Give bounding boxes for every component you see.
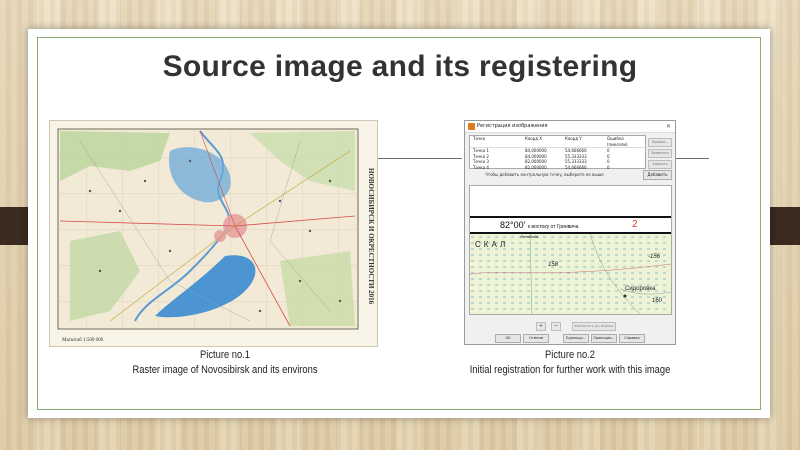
longitude-value: 82°00' — [500, 220, 526, 230]
zoom-to-fit-button[interactable]: Увеличить до экрана — [572, 322, 616, 331]
cell-point: Точка 4 — [473, 164, 489, 170]
col-point[interactable]: Точка — [470, 136, 525, 147]
col-error[interactable]: Ошибка (пиксели) — [607, 136, 645, 147]
dialog-titlebar: Регистрация изображения ✕ — [465, 121, 675, 133]
image-preview-pane[interactable]: 82°00' к востоку от Гринвича 2 СКАЛ 158 … — [469, 185, 672, 315]
picture2-caption: Picture no.2 Initial registration for fu… — [443, 348, 698, 378]
longitude-label: 82°00' к востоку от Гринвича — [500, 220, 578, 230]
slide-title: Source image and its registering — [162, 50, 638, 83]
projection-button[interactable]: Проекция... — [591, 334, 617, 343]
divider-left — [376, 158, 462, 159]
picture1-caption: Picture no.1 Raster image of Novosibirsk… — [85, 348, 366, 378]
add-point-button[interactable]: Добавить — [643, 170, 672, 180]
registration-dialog: Регистрация изображения ✕ Точка Коорд X … — [464, 120, 676, 345]
replace-point-button[interactable]: Заменить — [648, 149, 672, 158]
map-label-158: 158 — [548, 262, 559, 268]
close-icon[interactable]: ✕ — [666, 121, 671, 132]
map-side-title: НОВОСИБИРСК И ОКРЕСТНОСТИ 2016 — [367, 167, 375, 305]
control-points-table[interactable]: Точка Коорд X Коорд Y Ошибка (пиксели) Т… — [469, 135, 646, 171]
cell-x: 82,000000 — [525, 164, 547, 170]
raster-map-image: НОВОСИБИРСК И ОКРЕСТНОСТИ 2016 Масштаб 1… — [49, 120, 378, 347]
control-point-number[interactable]: 2 — [632, 219, 638, 230]
app-icon — [468, 123, 475, 130]
table-row[interactable]: Точка 4 82,000000 54,666666 0 — [470, 165, 645, 171]
picture1-caption-title: Picture no.1 — [200, 349, 250, 361]
picture2-caption-desc: Initial registration for further work wi… — [469, 364, 671, 376]
dialog-title: Регистрация изображения — [477, 123, 548, 129]
map-label-skal: СКАЛ — [475, 240, 509, 249]
picture2-caption-title: Picture no.2 — [545, 349, 595, 361]
map-label-lesobudka: Лесобюдк — [520, 234, 539, 239]
col-x[interactable]: Коорд X — [525, 136, 565, 147]
col-y[interactable]: Коорд Y — [565, 136, 607, 147]
longitude-suffix: к востоку от Гринвича — [527, 224, 579, 230]
add-point-hint: Чтобы добавить контрольную точку, выбери… — [485, 172, 604, 177]
zoom-out-button[interactable]: − — [551, 322, 561, 331]
edit-point-button[interactable]: Правка... — [648, 138, 672, 147]
table-header: Точка Коорд X Коорд Y Ошибка (пиксели) — [470, 136, 645, 148]
zoom-in-button[interactable]: + — [536, 322, 546, 331]
units-button[interactable]: Единицы... — [563, 334, 589, 343]
picture1-caption-desc: Raster image of Novosibirsk and its envi… — [132, 364, 318, 376]
ok-button[interactable]: OK — [495, 334, 521, 343]
cell-y: 54,666666 — [565, 164, 587, 170]
cell-error: 0 — [607, 164, 610, 170]
divider-right — [675, 158, 709, 159]
cancel-button[interactable]: Отмена — [523, 334, 549, 343]
map-label-sidorovka: Сидоровка — [625, 286, 656, 292]
map-frame-line-top — [470, 216, 671, 218]
preview-map[interactable]: СКАЛ 158 -156 Сидоровка 160 Лесобюдк — [470, 233, 671, 314]
map-scale-label: Масштаб 1:500 000 — [62, 338, 104, 343]
delete-point-button[interactable]: Удалить — [648, 160, 672, 169]
help-button[interactable]: Справка — [619, 334, 645, 343]
map-label-160: 160 — [652, 298, 663, 304]
map-label-156: -156 — [648, 254, 661, 260]
map-drawing — [57, 128, 359, 330]
